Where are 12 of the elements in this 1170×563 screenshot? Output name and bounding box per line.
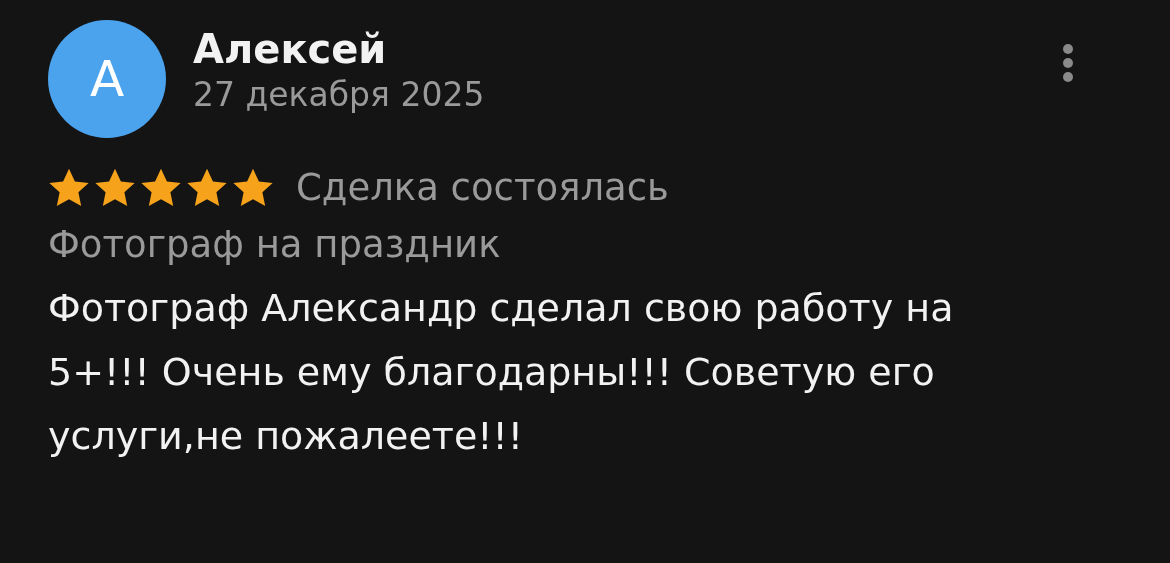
- deal-status: Сделка состоялась: [296, 166, 669, 209]
- service-name: Фотограф на праздник: [48, 223, 502, 266]
- review-date: 27 декабря 2025: [193, 74, 486, 116]
- author-name: Алексей: [193, 25, 388, 73]
- star-icon: [94, 167, 136, 208]
- avatar: А: [48, 20, 166, 138]
- star-icon: [186, 167, 228, 208]
- star-icon: [48, 167, 90, 208]
- more-options-icon[interactable]: [1062, 43, 1074, 83]
- star-icon: [232, 167, 274, 208]
- review-text: Фотограф Александр сделал свою работу на 5+!!! Очень ему благодарны!!! Советую его услуги,не пожалеете!!!: [48, 285, 955, 460]
- star-icon: [140, 167, 182, 208]
